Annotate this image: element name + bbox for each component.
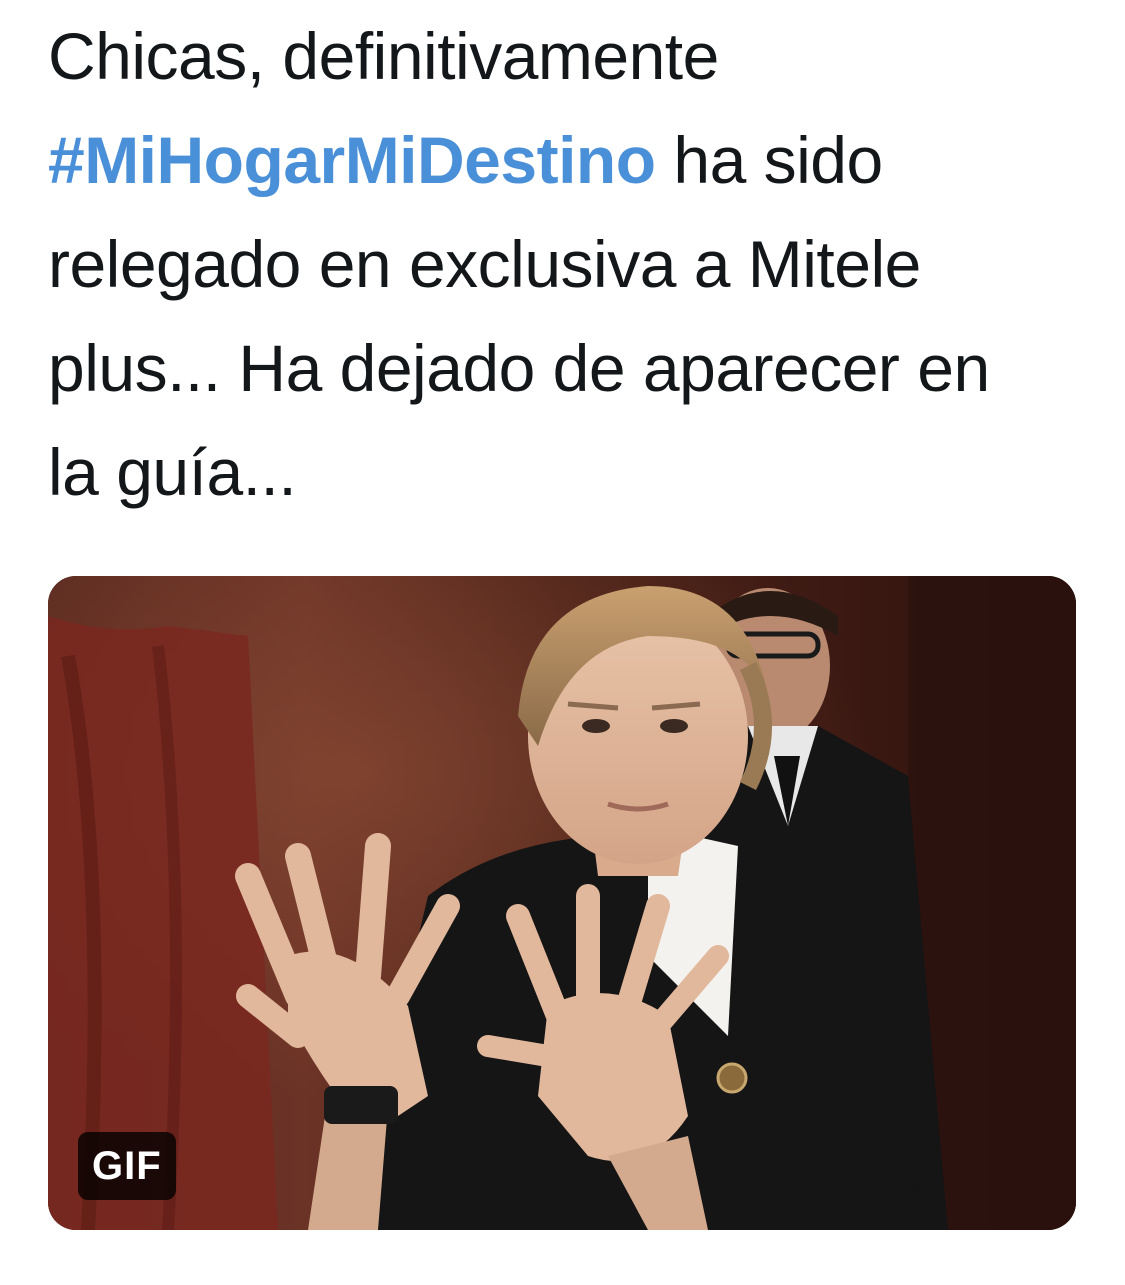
hashtag-link[interactable]: #MiHogarMiDestino: [48, 123, 656, 197]
gif-badge: GIF: [78, 1132, 176, 1200]
gif-image: [48, 576, 1076, 1230]
tweet-text: Chicas, definitivamente #MiHogarMiDestin…: [48, 4, 1078, 524]
gif-media-card[interactable]: GIF: [48, 576, 1076, 1230]
tweet-line: #MiHogarMiDestino ha sido: [48, 108, 1078, 212]
tweet-line: relegado en exclusiva a Mitele: [48, 227, 921, 301]
tweet-line: la guía...: [48, 435, 297, 509]
tweet-line-text: ha sido: [655, 123, 883, 197]
tweet-line: plus... Ha dejado de aparecer en: [48, 331, 990, 405]
tweet-line: Chicas, definitivamente: [48, 19, 719, 93]
